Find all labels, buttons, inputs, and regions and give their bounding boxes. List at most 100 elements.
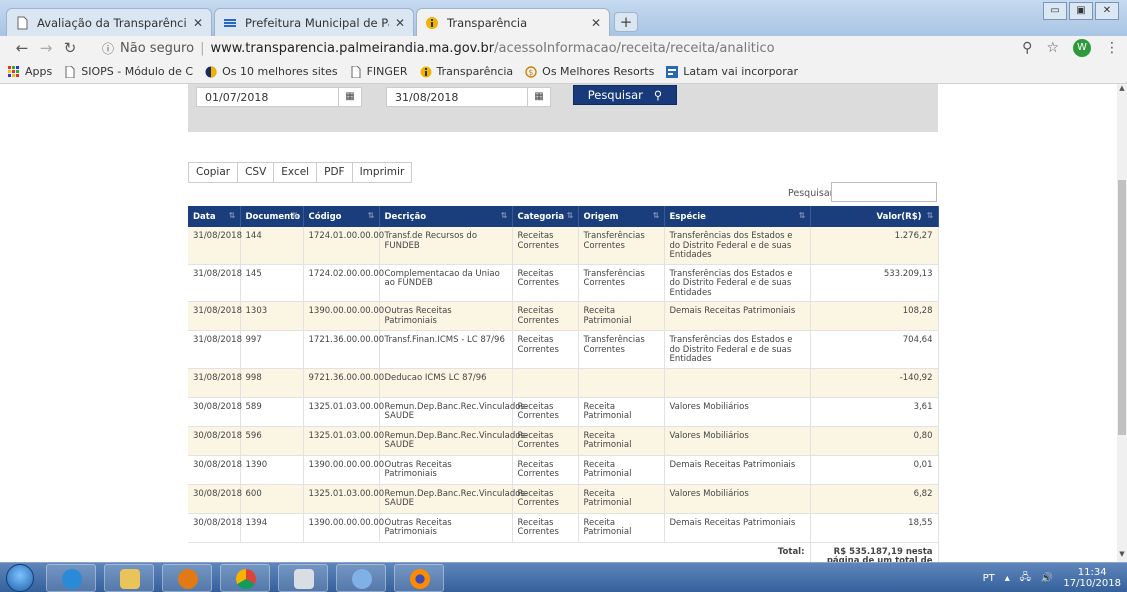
table-row: 30/08/2018 596 1325.01.03.00.00 Remun.Dep.B… bbox=[188, 426, 939, 456]
column-header-especie[interactable]: Espécie ⇅ bbox=[664, 206, 811, 227]
header-label: Origem bbox=[583, 211, 619, 222]
windows-taskbar: PT ▴ 🖧 🔊 11:34 17/10/2018 bbox=[0, 562, 1127, 592]
cell-descricao: Outras Receitas Patrimoniais bbox=[379, 301, 513, 331]
maximize-button[interactable]: ▣ bbox=[1069, 2, 1093, 20]
language-indicator[interactable]: PT bbox=[983, 573, 995, 584]
bookmark-latam[interactable]: Latam vai incorporar bbox=[666, 65, 798, 78]
star-icon[interactable]: ☆ bbox=[1046, 40, 1059, 56]
network-icon[interactable]: 🖧 bbox=[1020, 570, 1031, 587]
excel-button[interactable]: Excel bbox=[273, 162, 318, 183]
zoom-icon[interactable]: ⚲ bbox=[1022, 40, 1032, 56]
tab-transparencia[interactable]: Transparência ✕ bbox=[416, 8, 610, 36]
cell-data: 30/08/2018 bbox=[188, 455, 242, 485]
browser-tabstrip: Avaliação da Transparência dos / ✕ Prefe… bbox=[0, 0, 1127, 36]
scroll-down-arrow-icon[interactable]: ▼ bbox=[1117, 550, 1127, 562]
table-row: 31/08/2018 145 1724.02.00.00.00 Complementa… bbox=[188, 264, 939, 302]
close-window-button[interactable]: ✕ bbox=[1095, 2, 1119, 20]
table-search-input[interactable] bbox=[831, 182, 937, 202]
paint-icon[interactable] bbox=[336, 564, 386, 592]
header-label: Categoria bbox=[517, 211, 565, 222]
cell-documento: 997 bbox=[240, 330, 304, 369]
column-header-descricao[interactable]: Decrição ⇅ bbox=[379, 206, 513, 227]
date-to-input[interactable]: 31/08/2018 bbox=[386, 87, 536, 107]
volume-icon[interactable]: 🔊 bbox=[1041, 573, 1053, 584]
tab-title: Transparência bbox=[447, 15, 528, 30]
date-from-input[interactable]: 01/07/2018 bbox=[196, 87, 346, 107]
total-value: R$ 535.187,19 nesta página de um total d… bbox=[810, 542, 939, 562]
cell-valor: 704,64 bbox=[810, 330, 939, 369]
address-bar[interactable]: ⓘ Não seguro | www.transparencia.palmeir… bbox=[102, 39, 1062, 57]
info-icon[interactable]: ⓘ bbox=[102, 40, 114, 57]
bookmark-finger[interactable]: FINGER bbox=[350, 65, 408, 78]
cell-valor: 0,01 bbox=[810, 455, 939, 485]
menu-icon[interactable]: ⋮ bbox=[1105, 40, 1119, 56]
close-icon[interactable]: ✕ bbox=[591, 16, 601, 30]
header-label: Código bbox=[308, 211, 342, 222]
sort-icon: ⇅ bbox=[798, 211, 806, 220]
column-header-valor[interactable]: Valor(R$) ⇅ bbox=[810, 206, 939, 227]
reload-icon[interactable]: ↻ bbox=[58, 39, 82, 57]
media-player-icon[interactable] bbox=[162, 564, 212, 592]
scroll-up-arrow-icon[interactable]: ▲ bbox=[1117, 84, 1127, 96]
bookmark-10-melhores[interactable]: Os 10 melhores sites bbox=[205, 65, 338, 78]
bookmark-resorts[interactable]: $ Os Melhores Resorts bbox=[525, 65, 654, 78]
cell-categoria: Receitas Correntes bbox=[512, 264, 579, 302]
close-icon[interactable]: ✕ bbox=[193, 16, 203, 30]
column-header-codigo[interactable]: Código ⇅ bbox=[303, 206, 380, 227]
print-button[interactable]: Imprimir bbox=[351, 162, 413, 183]
table-row: 31/08/2018 1303 1390.00.00.00.00 Outras Rec… bbox=[188, 301, 939, 331]
sort-icon: ⇅ bbox=[228, 211, 236, 220]
header-label: Espécie bbox=[669, 211, 706, 222]
cell-origem: Receita Patrimonial bbox=[578, 301, 665, 331]
new-tab-button[interactable]: + bbox=[614, 12, 638, 32]
filter-panel: 01/07/2018 ▦ 31/08/2018 ▦ Pesquisar ⚲ bbox=[188, 84, 938, 132]
chrome-icon[interactable] bbox=[220, 564, 270, 592]
bookmark-apps[interactable]: Apps bbox=[8, 65, 52, 78]
window-controls: ▭ ▣ ✕ bbox=[1043, 2, 1119, 20]
sort-icon: ⇅ bbox=[926, 211, 934, 220]
bookmark-label: SIOPS - Módulo de C bbox=[81, 65, 194, 78]
file-explorer-icon[interactable] bbox=[104, 564, 154, 592]
bookmark-transparencia[interactable]: Transparência bbox=[420, 65, 513, 78]
cell-valor: 1.276,27 bbox=[810, 227, 939, 265]
table-header-row: Data ⇅ Documento ⇅ Código ⇅ Decrição ⇅ Categ… bbox=[188, 206, 939, 227]
security-label: Não seguro bbox=[120, 40, 195, 56]
cell-descricao: Remun.Dep.Banc.Rec.Vinculados-SAUDE bbox=[379, 426, 528, 456]
forward-arrow-icon[interactable]: → bbox=[34, 39, 58, 57]
column-header-documento[interactable]: Documento ⇅ bbox=[240, 206, 304, 227]
internet-explorer-icon[interactable] bbox=[46, 564, 96, 592]
bookmark-siops[interactable]: SIOPS - Módulo de C bbox=[64, 65, 193, 78]
cell-documento: 1394 bbox=[240, 513, 304, 543]
column-header-data[interactable]: Data ⇅ bbox=[188, 206, 241, 227]
avatar[interactable]: W bbox=[1073, 39, 1091, 57]
cell-documento: 1303 bbox=[240, 301, 304, 331]
cell-valor: 6,82 bbox=[810, 484, 939, 514]
csv-button[interactable]: CSV bbox=[237, 162, 275, 183]
tab-prefeitura[interactable]: Prefeitura Municipal de Palmeirâ ✕ bbox=[214, 8, 414, 36]
start-button[interactable] bbox=[6, 564, 34, 592]
calendar-icon[interactable]: ▦ bbox=[527, 87, 551, 107]
revenue-table: Data ⇅ Documento ⇅ Código ⇅ Decrição ⇅ Categ… bbox=[188, 206, 939, 562]
firefox-icon[interactable] bbox=[394, 564, 444, 592]
show-hidden-icons-icon[interactable]: ▴ bbox=[1005, 573, 1010, 584]
column-header-origem[interactable]: Origem ⇅ bbox=[578, 206, 665, 227]
column-header-categoria[interactable]: Categoria ⇅ bbox=[512, 206, 579, 227]
tab-avaliacao[interactable]: Avaliação da Transparência dos / ✕ bbox=[6, 8, 212, 36]
search-button[interactable]: Pesquisar ⚲ bbox=[573, 85, 677, 105]
cell-origem: Receita Patrimonial bbox=[578, 484, 665, 514]
resort-icon: $ bbox=[525, 65, 537, 78]
page-scrollbar[interactable]: ▲ ▼ bbox=[1117, 84, 1127, 562]
back-arrow-icon[interactable]: ← bbox=[10, 39, 34, 57]
close-icon[interactable]: ✕ bbox=[395, 16, 405, 30]
table-row: 30/08/2018 600 1325.01.03.00.00 Remun.Dep.B… bbox=[188, 484, 939, 514]
calculator-icon[interactable] bbox=[278, 564, 328, 592]
pdf-button[interactable]: PDF bbox=[316, 162, 353, 183]
scrollbar-thumb[interactable] bbox=[1118, 180, 1126, 435]
copy-button[interactable]: Copiar bbox=[188, 162, 239, 183]
calendar-icon[interactable]: ▦ bbox=[338, 87, 362, 107]
minimize-button[interactable]: ▭ bbox=[1043, 2, 1067, 20]
cell-data: 31/08/2018 bbox=[188, 227, 242, 265]
url-host: www.transparencia.palmeirandia.ma.gov.br bbox=[210, 40, 495, 56]
clock[interactable]: 11:34 17/10/2018 bbox=[1063, 567, 1121, 589]
cell-data: 30/08/2018 bbox=[188, 397, 242, 427]
